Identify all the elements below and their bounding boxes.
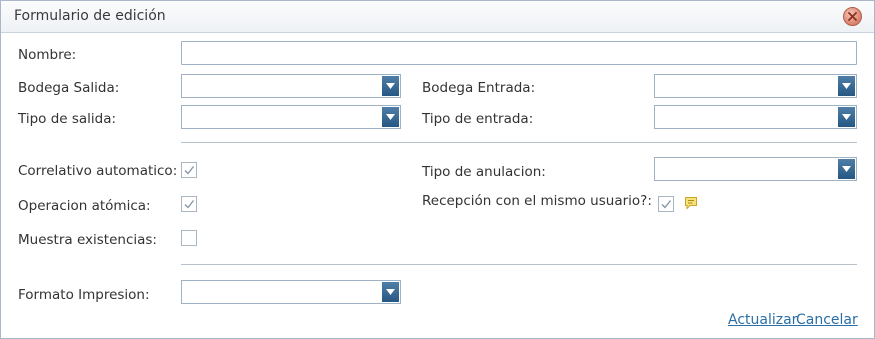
tipo-entrada-label: Tipo de entrada: <box>422 111 534 127</box>
correlativo-checkbox[interactable] <box>181 162 197 178</box>
chevron-down-icon[interactable] <box>838 159 855 179</box>
chevron-down-icon[interactable] <box>838 107 855 127</box>
cancelar-link[interactable]: Cancelar <box>796 312 858 328</box>
bodega-salida-select[interactable] <box>181 74 401 98</box>
dialog-titlebar[interactable]: Formulario de edición <box>1 1 874 33</box>
dialog-title: Formulario de edición <box>14 8 166 24</box>
recepcion-label: Recepción con el mismo usuario?: <box>422 193 652 209</box>
chevron-down-icon[interactable] <box>382 107 399 127</box>
tipo-salida-label: Tipo de salida: <box>18 111 117 127</box>
tipo-anulacion-select[interactable] <box>654 157 857 181</box>
checkmark-icon <box>184 166 195 175</box>
section-divider <box>181 264 857 265</box>
bodega-salida-label: Bodega Salida: <box>18 80 120 96</box>
checkmark-icon <box>661 200 672 209</box>
chevron-down-icon[interactable] <box>382 282 399 302</box>
recepcion-checkbox[interactable] <box>658 196 674 212</box>
edit-form-dialog: Formulario de edición Nombre: Bodega Sal… <box>0 0 875 339</box>
chevron-down-icon[interactable] <box>382 76 399 96</box>
actualizar-link[interactable]: Actualizar <box>728 312 797 328</box>
bodega-entrada-select[interactable] <box>654 74 857 98</box>
tipo-entrada-select[interactable] <box>654 105 857 129</box>
correlativo-label: Correlativo automatico: <box>18 163 178 179</box>
comment-icon[interactable] <box>684 196 698 210</box>
operacion-label: Operacion atómica: <box>18 198 151 214</box>
tipo-salida-select[interactable] <box>181 105 401 129</box>
bodega-entrada-label: Bodega Entrada: <box>422 80 536 96</box>
formato-label: Formato Impresion: <box>18 287 150 303</box>
tipo-anulacion-label: Tipo de anulacion: <box>422 164 546 180</box>
close-icon[interactable] <box>843 7 862 26</box>
formato-select[interactable] <box>181 280 401 304</box>
existencias-checkbox[interactable] <box>181 230 197 246</box>
checkmark-icon <box>184 200 195 209</box>
section-divider <box>181 142 857 143</box>
nombre-label: Nombre: <box>18 47 77 63</box>
existencias-label: Muestra existencias: <box>18 232 157 248</box>
operacion-checkbox[interactable] <box>181 196 197 212</box>
chevron-down-icon[interactable] <box>838 76 855 96</box>
nombre-input[interactable] <box>181 41 857 65</box>
